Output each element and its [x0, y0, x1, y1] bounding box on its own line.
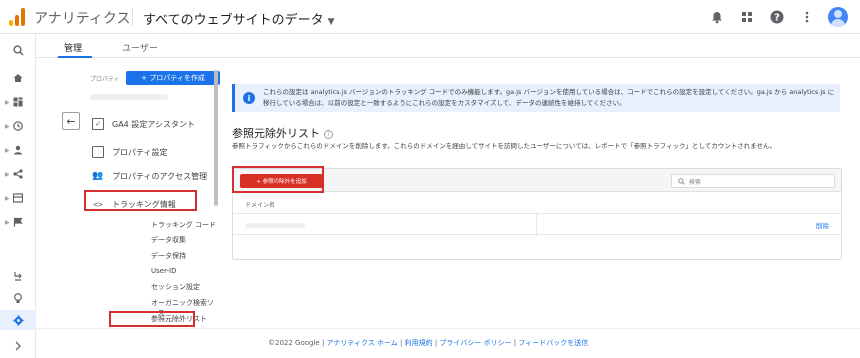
- row-column-separator: [536, 214, 537, 236]
- app-name: アナリティクス: [34, 11, 131, 27]
- attribution-icon[interactable]: [0, 266, 36, 286]
- submenu-tracking-code[interactable]: トラッキング コード: [151, 220, 216, 230]
- property-name-redacted[interactable]: [90, 94, 168, 100]
- top-bar: アナリティクス すべてのウェブサイトのデータ ▼ ?: [0, 0, 860, 34]
- footer: ©2022 Google | アナリティクス ホーム | 利用規約 | プライバ…: [36, 328, 860, 358]
- expand-chevron-right-icon[interactable]: [0, 336, 36, 356]
- audience-person-icon[interactable]: ▶: [0, 140, 36, 160]
- home-icon[interactable]: [0, 68, 36, 88]
- menu-item-label: GA4 設定アシスタント: [112, 119, 195, 129]
- property-label: プロパティ: [90, 76, 120, 83]
- account-selector[interactable]: すべてのウェブサイトのデータ ▼: [143, 9, 335, 28]
- caret-down-icon: ▼: [327, 17, 335, 27]
- create-property-button[interactable]: + プロパティを作成: [126, 71, 220, 85]
- table-row: 削除: [233, 213, 841, 236]
- conversions-flag-icon[interactable]: ▶: [0, 212, 36, 232]
- tab-admin[interactable]: 管理: [64, 41, 82, 54]
- column-header-domain: ドメイン名: [245, 202, 276, 209]
- section-title-text: 参照元除外リスト: [232, 127, 320, 140]
- settings-box-icon: [92, 146, 104, 158]
- highlight-add-button: [232, 166, 324, 193]
- submenu-session-settings[interactable]: セッション設定: [151, 282, 200, 292]
- help-icon[interactable]: ?: [768, 8, 786, 26]
- footer-link-feedback[interactable]: フィードバックを送信: [518, 339, 588, 347]
- submenu-data-collection[interactable]: データ収集: [151, 235, 186, 245]
- admin-tabs: 管理 ユーザー: [36, 34, 860, 58]
- info-banner: i これらの設定は analytics.js バージョンのトラッキング コードで…: [232, 84, 840, 112]
- account-selector-label: すべてのウェブサイトのデータ: [143, 13, 324, 28]
- discover-lightbulb-icon[interactable]: [0, 288, 36, 308]
- app-root: アナリティクス すべてのウェブサイトのデータ ▼ ? ▶ ▶ ▶ ▶ ▶ ▶ 管…: [0, 0, 860, 358]
- bell-icon[interactable]: [708, 8, 726, 26]
- highlight-tracking-info: [84, 190, 197, 211]
- svg-text:?: ?: [774, 13, 780, 24]
- menu-item-access-management[interactable]: 👥 プロパティのアクセス管理: [92, 170, 207, 182]
- info-icon: i: [243, 92, 255, 104]
- more-vert-icon[interactable]: [798, 8, 816, 26]
- behavior-icon[interactable]: ▶: [0, 188, 36, 208]
- search-icon: [678, 177, 685, 185]
- realtime-clock-icon[interactable]: ▶: [0, 116, 36, 136]
- admin-gear-icon[interactable]: [0, 310, 36, 330]
- acquisition-icon[interactable]: ▶: [0, 164, 36, 184]
- info-text: これらの設定は analytics.js バージョンのトラッキング コードでのみ…: [263, 88, 835, 107]
- table-toolbar: + 参照の除外を追加 検索: [233, 169, 841, 192]
- topbar-actions: ?: [708, 7, 848, 27]
- people-icon: 👥: [92, 171, 104, 181]
- footer-link-privacy[interactable]: プライバシー ポリシー: [439, 339, 511, 347]
- menu-item-property-settings[interactable]: プロパティ設定: [92, 146, 168, 158]
- highlight-referral-exclusion: [109, 311, 195, 327]
- section-description: 参照トラフィックからこれらのドメインを削除します。これらのドメインを経由してサイ…: [232, 142, 777, 150]
- section-title: 参照元除外リスト?: [232, 125, 333, 141]
- menu-item-ga4-setup[interactable]: ✓ GA4 設定アシスタント: [92, 118, 195, 130]
- search-placeholder: 検索: [689, 178, 702, 186]
- footer-link-home[interactable]: アナリティクス ホーム: [327, 339, 398, 347]
- checklist-icon: ✓: [92, 118, 104, 130]
- analytics-logo-icon[interactable]: [9, 8, 25, 26]
- footer-copyright: ©2022 Google |: [268, 339, 327, 347]
- domain-redacted: [245, 223, 305, 228]
- menu-item-label: プロパティのアクセス管理: [112, 171, 208, 181]
- search-input[interactable]: 検索: [671, 174, 835, 188]
- help-question-icon[interactable]: ?: [324, 129, 333, 139]
- customization-icon[interactable]: ▶: [0, 92, 36, 112]
- submenu-data-retention[interactable]: データ保持: [151, 251, 186, 261]
- avatar[interactable]: [828, 7, 848, 27]
- left-rail: ▶ ▶ ▶ ▶ ▶ ▶: [0, 34, 36, 358]
- menu-item-label: プロパティ設定: [112, 147, 168, 157]
- property-column-scrollbar[interactable]: [214, 70, 218, 206]
- apps-grid-icon[interactable]: [738, 8, 756, 26]
- footer-separator: |: [397, 339, 405, 347]
- search-icon[interactable]: [0, 40, 36, 60]
- submenu-user-id[interactable]: User-ID: [151, 267, 177, 275]
- footer-text: ©2022 Google | アナリティクス ホーム | 利用規約 | プライバ…: [268, 338, 588, 348]
- tab-user[interactable]: ユーザー: [122, 41, 158, 54]
- footer-link-terms[interactable]: 利用規約: [405, 339, 433, 347]
- topbar-divider: [132, 8, 133, 26]
- delete-link[interactable]: 削除: [816, 220, 829, 230]
- back-arrow-icon[interactable]: ←: [62, 112, 80, 130]
